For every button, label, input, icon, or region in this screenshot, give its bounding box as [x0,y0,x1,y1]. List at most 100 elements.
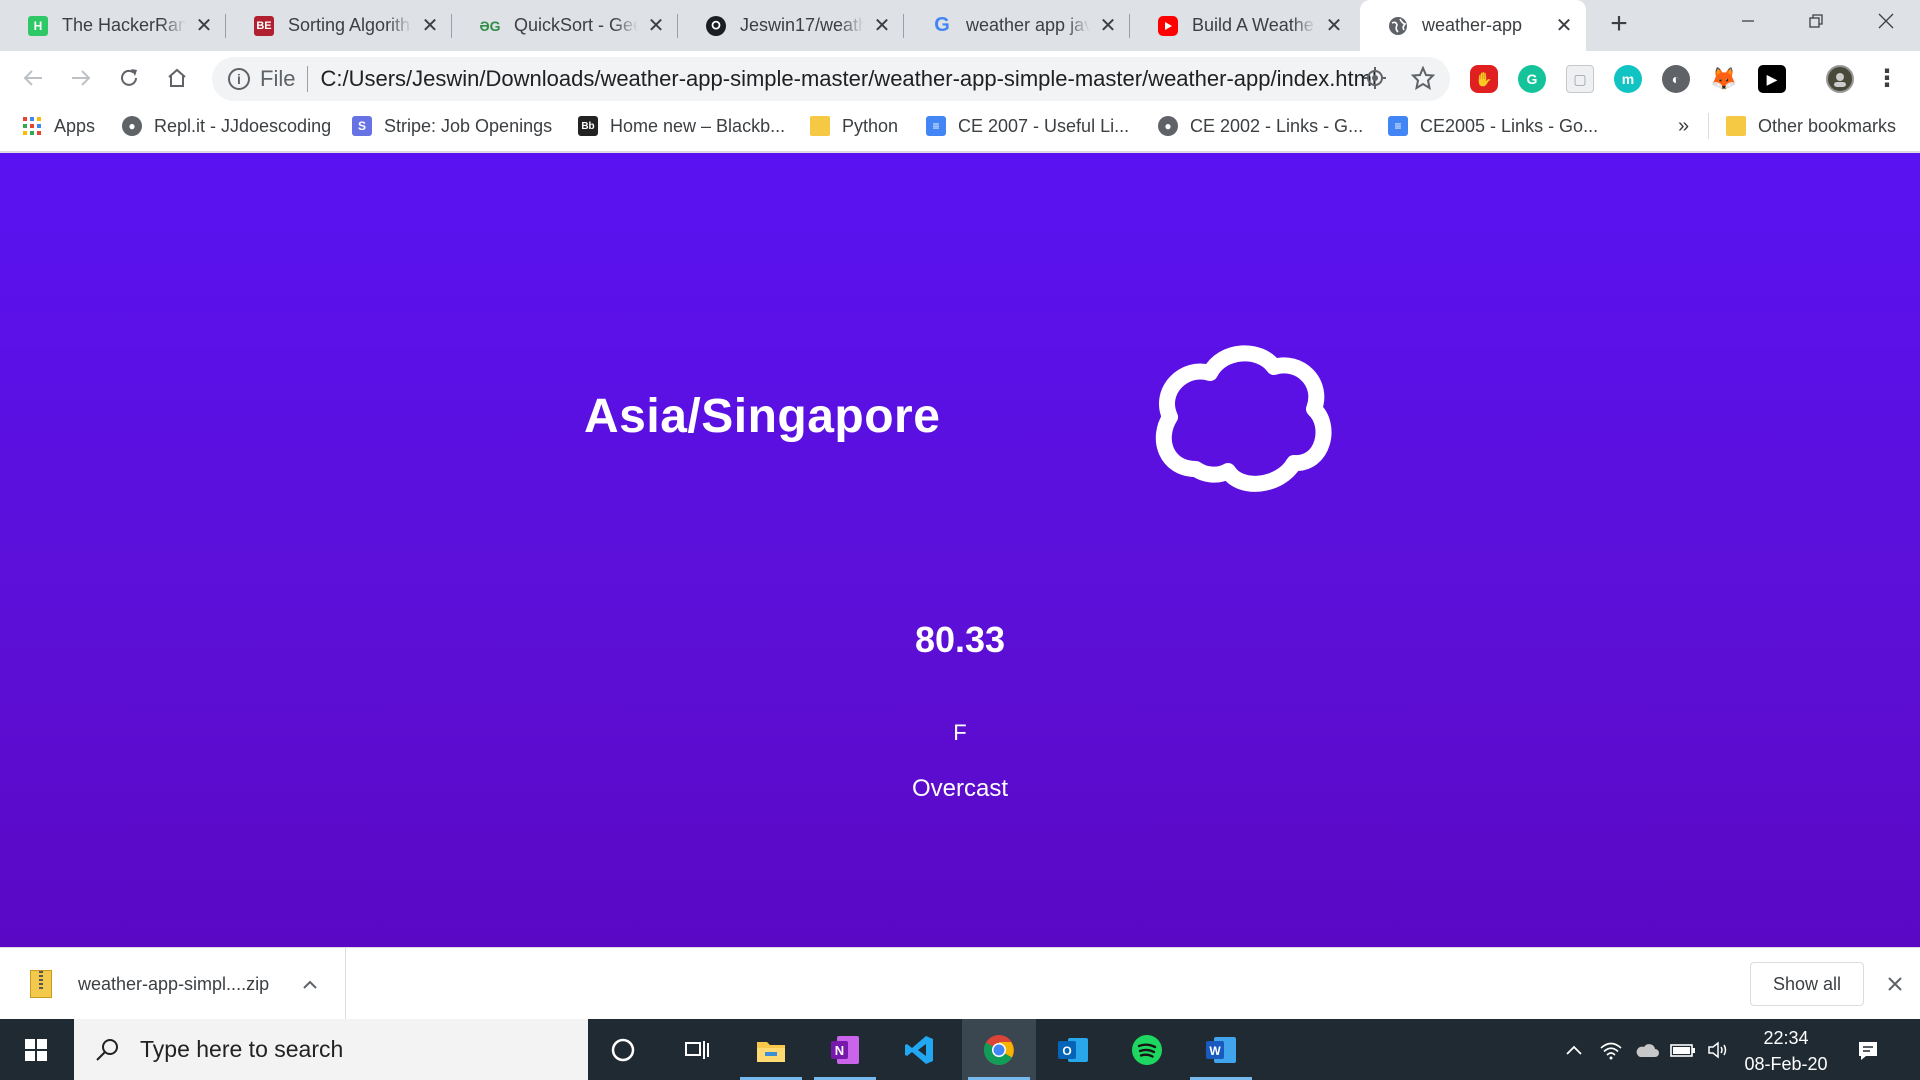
close-tab-icon[interactable]: ✕ [1324,15,1344,37]
url-scheme: File [260,66,296,91]
folder-icon [810,116,830,136]
taskbar-clock[interactable]: 22:34 08-Feb-20 [1730,1025,1842,1077]
forward-arrow-icon [72,70,91,86]
back-button[interactable] [16,61,50,95]
taskbar-search-box[interactable]: Type here to search [74,1019,588,1080]
chevron-up-icon[interactable] [295,974,325,995]
folder-icon [1726,116,1746,136]
zip-file-icon [30,970,52,998]
file-explorer-icon [757,1041,785,1062]
tab-weather-app[interactable]: weather-app ✕ [1360,0,1586,51]
windows-logo-icon [25,1038,47,1061]
tab-youtube[interactable]: Build A Weathe ✕ [1130,0,1356,51]
adblock-extension-icon[interactable]: ✋ [1470,65,1498,93]
cortana-circle-icon [611,1038,635,1061]
close-tab-icon[interactable]: ✕ [872,15,892,37]
close-tab-icon[interactable]: ✕ [646,15,666,37]
cloud-icon [1155,345,1332,492]
save-extension-icon[interactable]: ▢ [1566,65,1594,93]
task-view-icon [685,1040,709,1059]
location-target-icon[interactable] [1362,65,1388,91]
globe-icon: ● [122,116,142,136]
hackerrank-icon: H [28,15,48,36]
show-all-downloads-button[interactable]: Show all [1750,962,1864,1006]
file-explorer-app[interactable] [734,1019,808,1080]
bookmark-replit[interactable]: ● Repl.it - JJdoescoding [122,106,331,146]
url-text[interactable]: C:/Users/Jeswin/Downloads/weather-app-si… [320,66,1376,92]
tab-title: Build A Weathe [1192,15,1316,36]
metamask-extension-icon[interactable]: 🦊 [1710,65,1738,93]
svg-text:N: N [835,1043,844,1058]
close-tab-icon[interactable]: ✕ [194,15,214,37]
play-extension-icon[interactable]: ▶ [1758,65,1786,93]
profile-avatar[interactable] [1826,65,1854,93]
volume-icon[interactable] [1704,1019,1732,1080]
tab-github[interactable]: Jeswin17/weath ✕ [678,0,904,51]
battery-icon[interactable] [1668,1019,1698,1080]
new-tab-button[interactable]: + [1604,9,1634,40]
close-tab-icon[interactable]: ✕ [420,15,440,37]
bookmarks-overflow-button[interactable]: » [1678,106,1689,146]
home-button[interactable] [160,61,194,95]
temperature-degree[interactable]: 80.33 [0,619,1920,661]
extension-circle-icon[interactable]: ◐ [1662,65,1690,93]
geeksforgeeks-icon: ƏG [479,17,501,34]
clock-time: 22:34 [1763,1028,1809,1048]
tab-google-search[interactable]: G weather app jav ✕ [904,0,1130,51]
vscode-app[interactable] [882,1019,956,1080]
cortana-button[interactable] [586,1019,660,1080]
task-view-button[interactable] [660,1019,734,1080]
bigocheatsheet-icon: BE [254,15,274,36]
word-app[interactable]: W [1184,1019,1258,1080]
bookmark-blackboard[interactable]: Bb Home new – Blackb... [578,106,785,146]
spotify-app[interactable] [1110,1019,1184,1080]
temperature-unit[interactable]: F [0,720,1920,746]
tab-sorting-algorithms[interactable]: BE Sorting Algorith ✕ [226,0,452,51]
close-shelf-icon[interactable] [1880,968,1910,998]
show-hidden-icons-button[interactable] [1560,1019,1588,1080]
vscode-icon [905,1035,933,1064]
youtube-icon [1158,15,1178,36]
bookmark-apps[interactable]: Apps [22,106,95,146]
tab-quicksort[interactable]: ƏG QuickSort - Gee ✕ [452,0,678,51]
outlook-app[interactable]: O [1036,1019,1110,1080]
reload-icon [121,69,137,86]
chrome-menu-icon[interactable]: ⋮ [1874,65,1900,92]
weather-app-page: Asia/Singapore 80.33 F Overcast [0,153,1920,947]
bookmark-ce2005[interactable]: ≡ CE2005 - Links - Go... [1388,106,1598,146]
other-bookmarks[interactable]: Other bookmarks [1726,106,1896,146]
google-icon: G [934,14,950,36]
onenote-icon: N [831,1035,859,1064]
github-icon [706,15,726,36]
bookmark-stripe[interactable]: S Stripe: Job Openings [352,106,552,146]
forward-button[interactable] [64,61,98,95]
grammarly-extension-icon[interactable]: G [1518,65,1546,93]
windows-start-button[interactable] [0,1019,72,1080]
bookmark-python[interactable]: Python [810,106,898,146]
bookmark-ce2002[interactable]: ● CE 2002 - Links - G... [1158,106,1363,146]
action-center-icon[interactable] [1850,1033,1886,1069]
onenote-app[interactable]: N [808,1019,882,1080]
close-tab-icon[interactable]: ✕ [1098,15,1118,37]
bookmark-label: Apps [54,115,96,136]
bookmark-star-icon[interactable] [1410,65,1436,91]
globe-icon [1388,16,1408,36]
download-item[interactable]: weather-app-simpl....zip [0,948,346,1020]
bookmark-label: Home new – Blackb... [610,115,786,136]
tab-hackerrank[interactable]: H The HackerRank ✕ [0,0,226,51]
address-bar[interactable]: i File C:/Users/Jeswin/Downloads/weather… [212,57,1450,101]
info-icon[interactable]: i [228,68,250,90]
close-window-button[interactable] [1856,0,1916,42]
restore-button[interactable] [1786,0,1846,42]
mercury-extension-icon[interactable]: m [1614,65,1642,93]
chrome-app[interactable] [962,1019,1036,1080]
other-bookmarks-label: Other bookmarks [1758,115,1897,136]
minimize-button[interactable] [1718,0,1778,42]
download-file-name: weather-app-simpl....zip [78,973,270,994]
network-wifi-icon[interactable] [1596,1019,1626,1080]
globe-icon: ● [1158,116,1178,136]
close-tab-icon[interactable]: ✕ [1554,15,1574,37]
onedrive-cloud-icon[interactable] [1632,1019,1662,1080]
reload-button[interactable] [112,61,146,95]
bookmark-ce2007[interactable]: ≡ CE 2007 - Useful Li... [926,106,1129,146]
